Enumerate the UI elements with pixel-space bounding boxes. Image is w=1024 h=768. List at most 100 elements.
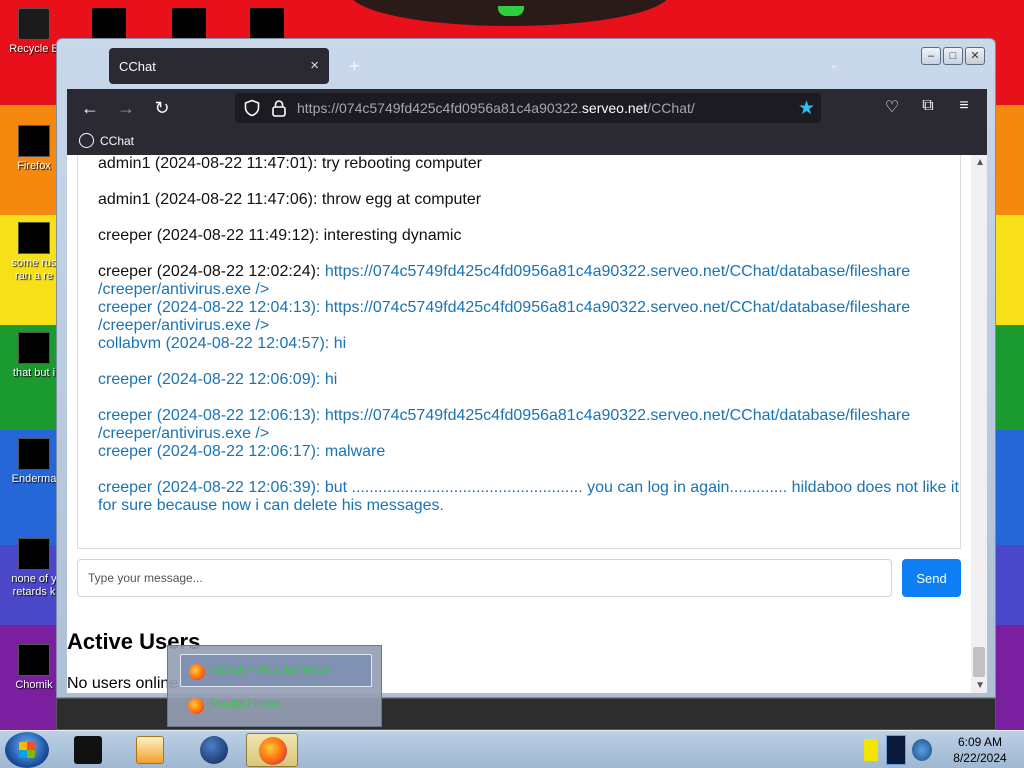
desktop-icon-shortcut[interactable]: that but i	[4, 332, 64, 380]
desktop-icon-enderman[interactable]: Enderma	[4, 438, 64, 486]
back-button[interactable]: ←	[79, 97, 101, 119]
system-tray: 6:09 AM 8/22/2024	[862, 731, 1024, 768]
taskbar-app-globe[interactable]	[188, 733, 240, 767]
message-link-tail[interactable]: /creeper/antivirus.exe />	[98, 281, 269, 298]
window-list-label: CChat — Mozilla Firefox	[211, 664, 331, 676]
desktop-icon-label: Recycle B	[9, 43, 59, 55]
clock[interactable]: 6:09 AM 8/22/2024	[940, 734, 1020, 766]
desktop-icon-label: that but i	[12, 367, 56, 379]
chat-message: collabvm (2024-08-22 12:04:57): hi	[98, 335, 960, 353]
window-list-item[interactable]: Mozilla Firefox	[180, 689, 372, 722]
message-input[interactable]	[77, 559, 892, 597]
message-list: admin1 (2024-08-22 11:47:01): try reboot…	[98, 155, 960, 533]
message-text: malware	[324, 443, 386, 460]
url-prefix: https://074c5749fd425c4fd0956a81c4a90322…	[297, 100, 582, 116]
file-icon	[18, 222, 50, 254]
firefox-icon	[189, 664, 205, 680]
message-text: throw egg at computer	[321, 191, 482, 208]
message-link[interactable]: https://074c5749fd425c4fd0956a81c4a90322…	[325, 299, 910, 316]
tab-close-icon[interactable]: ×	[310, 57, 319, 74]
desktop-icon-label: Chomik	[15, 679, 53, 691]
message-link[interactable]: https://074c5749fd425c4fd0956a81c4a90322…	[325, 263, 910, 280]
window-list-item[interactable]: CChat — Mozilla Firefox	[180, 654, 372, 687]
tray-flag-icon	[864, 739, 878, 761]
show-hidden-icons[interactable]	[864, 735, 878, 765]
forward-button[interactable]: →	[115, 97, 137, 119]
firefox-icon	[18, 125, 50, 157]
lock-icon[interactable]	[271, 99, 287, 117]
message-link[interactable]: https://074c5749fd425c4fd0956a81c4a90322…	[325, 407, 910, 424]
taskbar-app-firefox[interactable]	[246, 733, 298, 767]
firefox-icon	[188, 698, 204, 714]
taskbar-app-media-player[interactable]	[124, 733, 176, 767]
browser-window: – □ ✕ CChat × + ⌄ ← → ↻ https://074c5749…	[56, 38, 996, 698]
new-tab-button[interactable]: +	[349, 56, 360, 77]
clock-time: 6:09 AM	[957, 735, 1003, 749]
url-text[interactable]: https://074c5749fd425c4fd0956a81c4a90322…	[297, 100, 695, 116]
desktop-top-icon[interactable]	[92, 8, 126, 38]
desktop-icon-app[interactable]: none of y retards k	[4, 538, 64, 599]
desktop-icon-label: ran a re	[15, 270, 53, 282]
start-button[interactable]	[5, 732, 49, 768]
tab-cchat[interactable]: CChat ×	[109, 48, 329, 84]
url-host: serveo.net	[581, 100, 648, 116]
scroll-up-icon[interactable]: ▲	[975, 157, 985, 168]
bookmark-star-icon[interactable]: ★	[798, 97, 815, 120]
scroll-down-icon[interactable]: ▼	[975, 680, 985, 691]
chat-message: admin1 (2024-08-22 11:47:06): throw egg …	[98, 191, 960, 209]
desktop-top-icon[interactable]	[250, 8, 284, 38]
page-scrollbar[interactable]: ▲ ▼	[971, 155, 987, 693]
message-link-tail[interactable]: /creeper/antivirus.exe />	[98, 317, 269, 334]
message-author: collabvm (2024-08-22 12:04:57):	[98, 335, 334, 352]
scrollbar-thumb[interactable]	[973, 647, 985, 677]
taskbar-app-explorer[interactable]	[62, 733, 114, 767]
desktop-icon-firefox[interactable]: Firefox	[4, 125, 64, 173]
message-author: admin1 (2024-08-22 11:47:06):	[98, 191, 322, 208]
message-author: creeper (2024-08-22 11:49:12):	[98, 227, 324, 244]
image-icon	[18, 644, 50, 676]
desktop-icon-recycle-bin[interactable]: Recycle B	[4, 8, 64, 56]
pocket-icon[interactable]: ♡	[881, 97, 903, 119]
message-container: admin1 (2024-08-22 11:47:01): try reboot…	[77, 155, 961, 549]
desktop-top-icon[interactable]	[172, 8, 206, 38]
message-author: creeper (2024-08-22 12:06:39):	[98, 479, 325, 496]
message-compose: Send	[77, 559, 961, 597]
message-text: try rebooting computer	[321, 155, 482, 172]
network-icon[interactable]	[886, 735, 906, 765]
globe-icon	[200, 736, 228, 764]
url-path: /CChat/	[647, 100, 695, 116]
message-author: creeper (2024-08-22 12:06:17):	[98, 443, 325, 460]
close-window-button[interactable]: ✕	[965, 47, 985, 65]
extensions-icon[interactable]: ⧉	[917, 97, 939, 119]
tracking-shield-icon[interactable]	[243, 99, 261, 117]
app-icon	[74, 736, 102, 764]
desktop-icon-label: some rus	[11, 257, 57, 269]
bookmark-item-cchat[interactable]: CChat	[79, 133, 134, 148]
desktop-icon-label: Enderma	[11, 473, 57, 485]
media-player-icon	[136, 736, 164, 764]
desktop-icon-chomik[interactable]: Chomik	[4, 644, 64, 692]
message-text: hi	[324, 371, 338, 388]
desktop-icon-file[interactable]: some rus ran a re	[4, 222, 64, 283]
menu-icon[interactable]: ≡	[953, 97, 975, 119]
chat-message: creeper (2024-08-22 12:04:13): https://0…	[98, 299, 960, 335]
address-bar[interactable]: https://074c5749fd425c4fd0956a81c4a90322…	[235, 93, 821, 123]
chat-message: creeper (2024-08-22 11:49:12): interesti…	[98, 227, 960, 245]
message-text: hi	[333, 335, 347, 352]
globe-icon	[79, 133, 94, 148]
chat-message: creeper (2024-08-22 12:06:09): hi	[98, 371, 960, 389]
chat-message: admin1 (2024-08-22 11:47:01): try reboot…	[98, 155, 960, 173]
message-author: creeper (2024-08-22 12:02:24):	[98, 263, 325, 280]
send-button[interactable]: Send	[902, 559, 961, 597]
windows-logo-icon	[19, 742, 35, 758]
list-tabs-icon[interactable]: ⌄	[829, 57, 839, 71]
desktop-icon-label: retards k	[12, 586, 56, 598]
bookmarks-toolbar: CChat	[67, 127, 987, 155]
recycle-bin-icon	[18, 8, 50, 40]
message-link-tail[interactable]: /creeper/antivirus.exe />	[98, 425, 269, 442]
tray-app-icon[interactable]	[912, 739, 932, 761]
message-text: interesting dynamic	[323, 227, 462, 244]
reload-button[interactable]: ↻	[151, 97, 173, 119]
message-author: creeper (2024-08-22 12:04:13):	[98, 299, 325, 316]
message-author: creeper (2024-08-22 12:06:09):	[98, 371, 325, 388]
